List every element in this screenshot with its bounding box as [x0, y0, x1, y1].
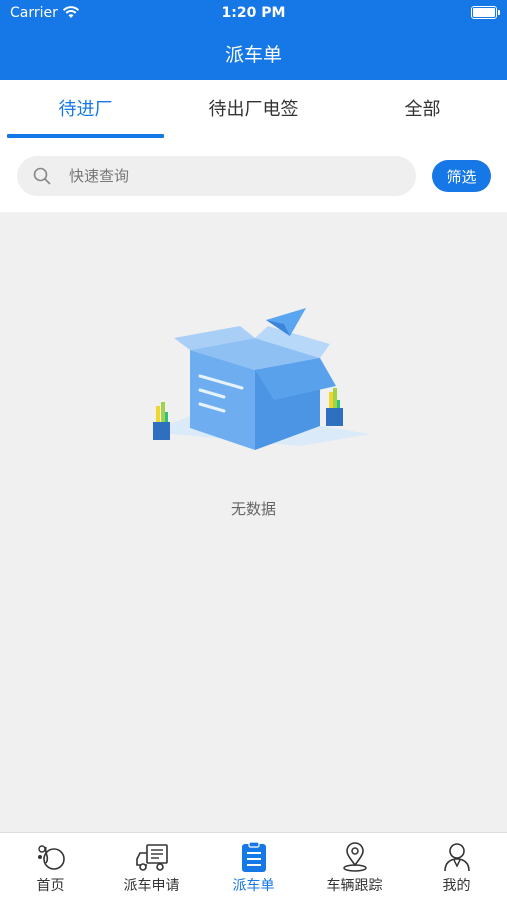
nav-mine[interactable]: 我的	[406, 833, 507, 900]
filter-button[interactable]: 筛选	[432, 160, 491, 192]
user-icon	[444, 843, 470, 872]
nav-vehicle-tracking-label: 车辆跟踪	[326, 878, 383, 894]
search-icon	[33, 167, 51, 185]
nav-dispatch-request[interactable]: 派车申请	[101, 833, 202, 900]
battery-icon	[471, 6, 500, 19]
bottom-nav: 首页 派车申请 派车单 车辆跟踪 我的	[0, 832, 507, 900]
nav-dispatch-order[interactable]: 派车单	[203, 833, 304, 900]
tab-bar: 待进厂 待出厂电签 全部	[0, 80, 507, 142]
document-list-icon	[242, 841, 266, 872]
nav-dispatch-order-label: 派车单	[232, 878, 275, 894]
nav-dispatch-request-label: 派车申请	[123, 878, 180, 894]
home-icon	[38, 845, 65, 870]
empty-box-illustration	[150, 308, 370, 450]
truck-icon	[136, 844, 168, 871]
nav-home[interactable]: 首页	[0, 833, 101, 900]
search-area: 筛选	[0, 142, 507, 212]
status-bar: Carrier 1:20 PM	[0, 0, 507, 28]
tab-pending-entry[interactable]: 待进厂	[7, 80, 164, 142]
nav-vehicle-tracking[interactable]: 车辆跟踪	[304, 833, 405, 900]
nav-mine-label: 我的	[442, 878, 471, 894]
location-pin-icon	[343, 842, 367, 872]
empty-message: 无数据	[230, 500, 276, 518]
search-input[interactable]	[69, 156, 399, 196]
status-time: 1:20 PM	[221, 5, 286, 21]
top-bar: Carrier 1:20 PM 派车单	[0, 0, 507, 80]
tab-pending-exit-sign[interactable]: 待出厂电签	[169, 80, 338, 142]
active-tab-indicator	[7, 134, 164, 138]
tab-all[interactable]: 全部	[350, 80, 495, 142]
search-box[interactable]	[17, 156, 416, 196]
nav-home-label: 首页	[36, 878, 65, 894]
page-title: 派车单	[224, 44, 282, 66]
